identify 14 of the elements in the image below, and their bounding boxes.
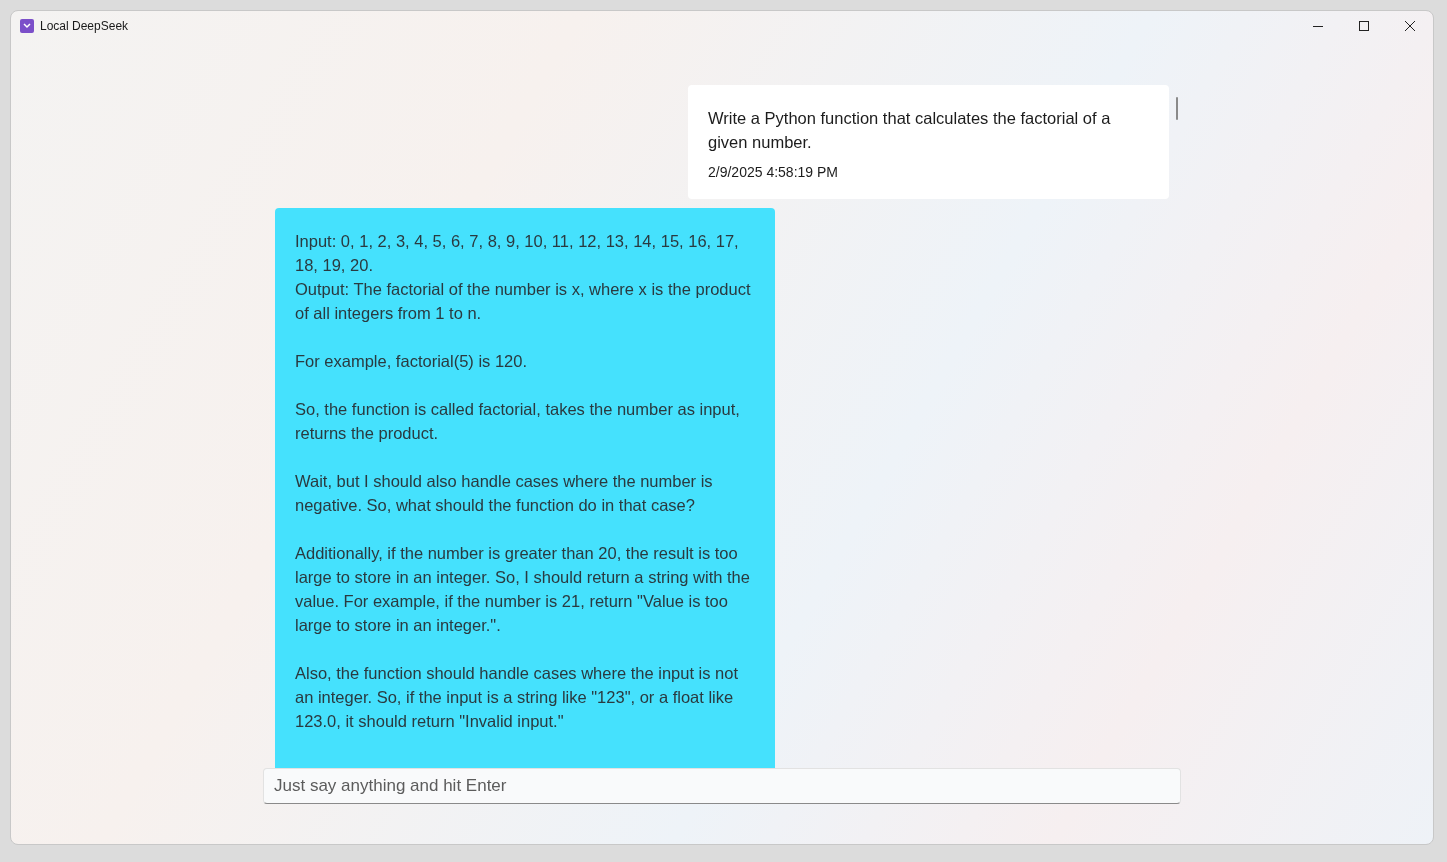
window-title: Local DeepSeek (40, 19, 129, 33)
message-text: Additionally, if the number is greater than 20, the result is too large to store in an integer. So, I should return a string with the value. For example, if the number is 21, return "Value is too large to store in an integer.". (295, 543, 751, 636)
message-text: So, the function is called factorial, takes the number as input, returns the product. (295, 399, 741, 444)
message-text: Wait, but I should also handle cases where the number is negative. So, what should the function do in that case? (295, 471, 714, 516)
message-text: Write a Python function that calculates the factorial of a given number. (708, 108, 1112, 153)
message-input-field[interactable]: Just say anything and hit Enter (263, 768, 1181, 804)
scrollbar-thumb[interactable] (1176, 97, 1178, 120)
close-icon (1405, 21, 1415, 31)
app-icon (20, 19, 34, 33)
message-text: Input: 0, 1, 2, 3, 4, 5, 6, 7, 8, 9, 10, 11, 12, 13, 14, 15, 16, 17, 18, 19, 20. Output: The factorial of the number is x, where x is the product of all integers from 1 to n. (295, 231, 752, 324)
message-text: Also, the function should handle cases where the input is not an integer. So, if the input is a string like "123", or a float like 123.0, it should return "Invalid input." (295, 663, 740, 732)
message-text: For example, factorial(5) is 120. (295, 351, 528, 372)
message-timestamp: 2/9/2025 4:58:19 PM (708, 163, 839, 181)
maximize-icon (1359, 21, 1369, 31)
